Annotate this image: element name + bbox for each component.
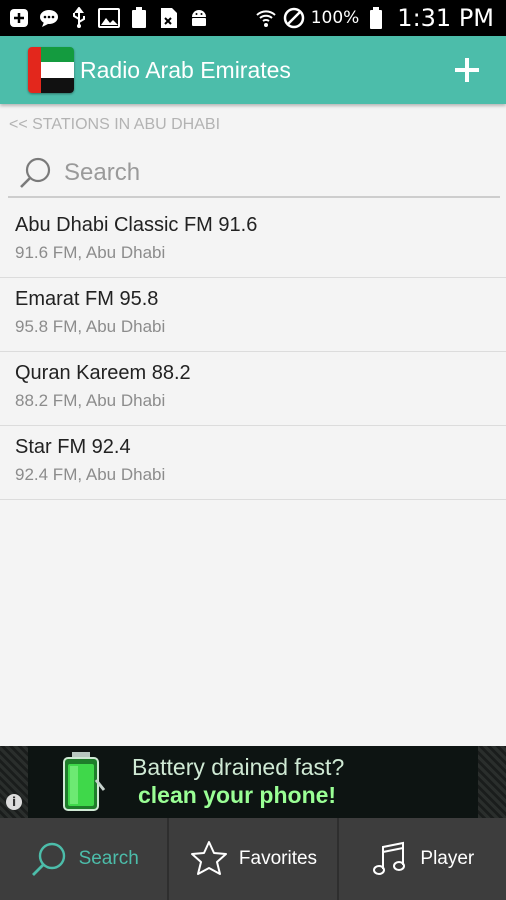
- ad-info-icon[interactable]: i: [6, 794, 22, 810]
- music-note-icon: [373, 841, 406, 875]
- tab-search-label: Search: [78, 848, 139, 869]
- station-detail: 95.8 FM, Abu Dhabi: [15, 317, 166, 336]
- image-icon: [98, 7, 120, 29]
- tab-favorites-label: Favorites: [238, 848, 318, 869]
- station-detail: 91.6 FM, Abu Dhabi: [15, 243, 166, 262]
- search-icon: [20, 157, 51, 188]
- list-item[interactable]: Emarat FM 95.8 95.8 FM, Abu Dhabi: [0, 278, 506, 352]
- back-to-stations-link[interactable]: << STATIONS IN ABU DHABI: [9, 116, 220, 134]
- search-icon: [31, 842, 65, 876]
- clock: 1:31 PM: [397, 4, 494, 32]
- battery-charging-icon: [63, 752, 106, 811]
- app-title: Radio Arab Emirates: [80, 56, 291, 83]
- add-station-button[interactable]: [450, 53, 484, 87]
- ad-pattern-right: [478, 746, 506, 818]
- battery-100-icon: [128, 7, 150, 29]
- list-item[interactable]: Star FM 92.4 92.4 FM, Abu Dhabi: [0, 426, 506, 500]
- do-not-disturb-icon: [283, 7, 305, 29]
- search-box[interactable]: [8, 150, 500, 198]
- tab-favorites[interactable]: Favorites: [169, 818, 339, 900]
- system-status: 100% 1:31 PM: [255, 0, 506, 36]
- chat-icon: [38, 7, 60, 29]
- station-list: Abu Dhabi Classic FM 91.6 91.6 FM, Abu D…: [0, 204, 506, 500]
- station-name: Abu Dhabi Classic FM 91.6: [15, 214, 258, 236]
- ad-banner[interactable]: i Battery drained fast? clean your phone…: [0, 746, 506, 818]
- android-icon: [188, 7, 210, 29]
- tab-player-label: Player: [420, 848, 475, 869]
- tab-search[interactable]: Search: [0, 818, 170, 900]
- app-bar: Radio Arab Emirates: [0, 36, 506, 104]
- plus-icon: [455, 58, 479, 82]
- station-name: Quran Kareem 88.2: [15, 362, 191, 384]
- station-detail: 92.4 FM, Abu Dhabi: [15, 465, 166, 484]
- station-detail: 88.2 FM, Abu Dhabi: [15, 391, 166, 410]
- battery-percent: 100%: [310, 8, 360, 28]
- list-item[interactable]: Abu Dhabi Classic FM 91.6 91.6 FM, Abu D…: [0, 204, 506, 278]
- station-name: Emarat FM 95.8: [15, 288, 159, 310]
- bottom-nav: Search Favorites Player: [0, 818, 506, 900]
- station-name: Star FM 92.4: [15, 436, 131, 458]
- ad-headline: Battery drained fast?: [132, 754, 345, 780]
- battery-icon: [365, 7, 387, 29]
- uae-flag-icon: [28, 47, 74, 93]
- usb-icon: [68, 7, 90, 29]
- list-item[interactable]: Quran Kareem 88.2 88.2 FM, Abu Dhabi: [0, 352, 506, 426]
- tab-player[interactable]: Player: [339, 818, 506, 900]
- notification-icons: [0, 0, 210, 36]
- add-notification-icon: [8, 7, 30, 29]
- wifi-icon: [255, 7, 277, 29]
- sim-card-icon: [158, 7, 180, 29]
- search-input[interactable]: [62, 158, 466, 188]
- ad-subline: clean your phone!: [138, 782, 337, 808]
- star-icon: [190, 841, 227, 875]
- status-bar: 100% 1:31 PM: [0, 0, 506, 36]
